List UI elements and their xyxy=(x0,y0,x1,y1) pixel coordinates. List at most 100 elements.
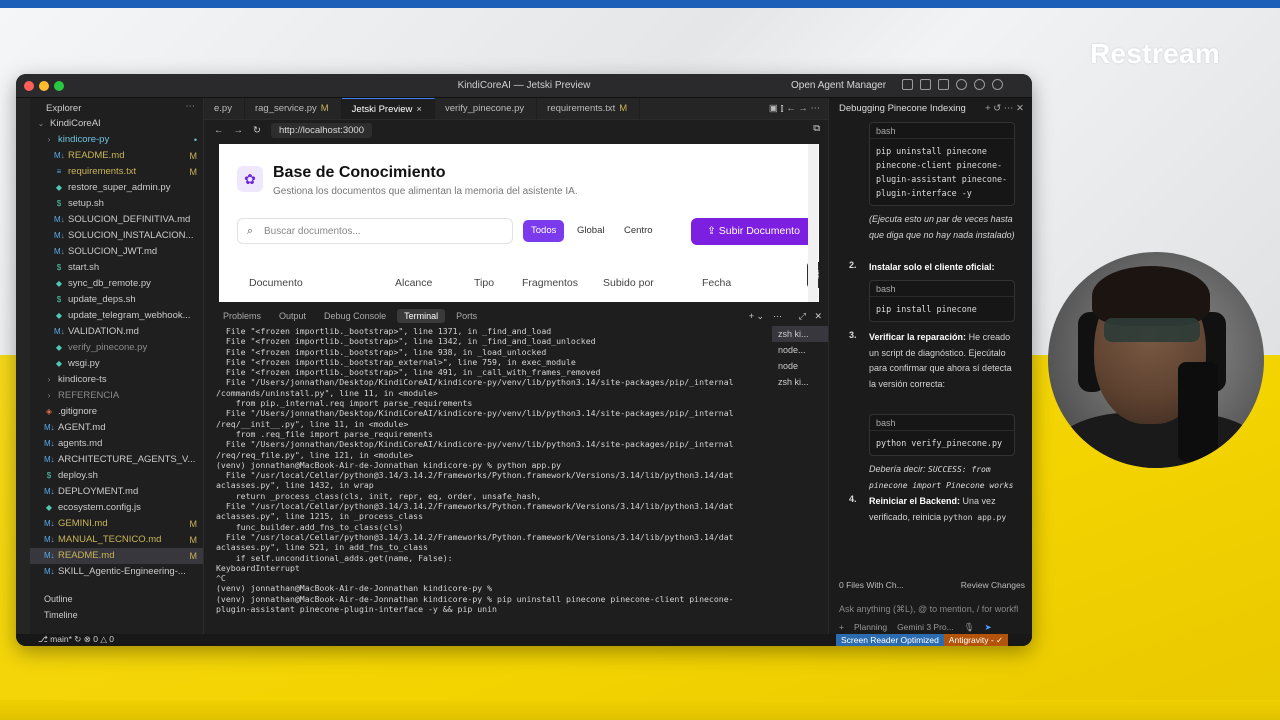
file-tree-item[interactable]: $ update_deps.sh xyxy=(30,292,203,308)
file-tree-item[interactable]: › kindicore-py • xyxy=(30,132,203,148)
preview-scrollbar[interactable] xyxy=(808,144,818,302)
account-icon[interactable] xyxy=(992,79,1003,90)
git-branch[interactable]: main* xyxy=(50,634,72,644)
tab-ports[interactable]: Ports xyxy=(449,309,484,323)
terminal-session[interactable]: zsh ki... xyxy=(772,374,828,390)
filter-todos-button[interactable]: Todos xyxy=(523,220,565,242)
settings-gear-icon[interactable] xyxy=(974,79,985,90)
timeline-section[interactable]: Timeline xyxy=(44,610,78,620)
tab-terminal[interactable]: Terminal xyxy=(397,309,446,323)
maximize-panel-icon[interactable]: ⤢ xyxy=(799,311,806,322)
mic-icon[interactable]: 🎙 xyxy=(964,622,975,633)
file-tree-item[interactable]: M↓ README.md M xyxy=(30,548,203,564)
file-tree-item[interactable]: M↓ MANUAL_TECNICO.md M xyxy=(30,532,203,548)
file-tree-item[interactable]: ◆ ecosystem.config.js xyxy=(30,500,203,516)
warning-count[interactable]: 0 xyxy=(109,634,114,644)
close-tab-icon[interactable]: × xyxy=(416,104,422,115)
terminal-session[interactable]: node... xyxy=(772,342,828,358)
filter-global-button[interactable]: Global xyxy=(569,220,612,242)
file-tree-item[interactable]: M↓ VALIDATION.md xyxy=(30,324,203,340)
error-count[interactable]: 0 xyxy=(93,634,98,644)
open-agent-manager-button[interactable]: Open Agent Manager xyxy=(791,80,886,91)
more-icon[interactable]: ⋯ xyxy=(773,311,782,322)
file-tree-item[interactable]: ◆ sync_db_remote.py xyxy=(30,276,203,292)
open-external-icon[interactable]: ⧉ xyxy=(813,123,820,134)
file-tree-item[interactable]: $ deploy.sh xyxy=(30,468,203,484)
file-label: README.md xyxy=(68,150,125,161)
new-terminal-icon[interactable]: + ⌄ xyxy=(749,311,764,322)
file-tree-item[interactable]: M↓ agents.md xyxy=(30,436,203,452)
tab-debug-console[interactable]: Debug Console xyxy=(317,309,393,323)
screen-reader-status[interactable]: Screen Reader Optimized xyxy=(836,634,944,646)
file-tree-item[interactable]: › kindicore-ts xyxy=(30,372,203,388)
file-tree-item[interactable]: ≡ requirements.txt M xyxy=(30,164,203,180)
code-content[interactable]: pip install pinecone xyxy=(870,297,1014,321)
url-field[interactable]: http://localhost:3000 xyxy=(270,122,373,138)
step-2-text: Instalar solo el cliente oficial: xyxy=(869,262,995,272)
sync-icon[interactable]: ↻ xyxy=(74,634,83,644)
code-content[interactable]: pip uninstall pinecone pinecone-client p… xyxy=(870,139,1014,205)
file-tree-item[interactable]: M↓ SOLUCION_JWT.md xyxy=(30,244,203,260)
file-tree-item[interactable]: › REFERENCIA xyxy=(30,388,203,404)
terminal-session[interactable]: node xyxy=(772,358,828,374)
file-tree-item[interactable]: M↓ SOLUCION_DEFINITIVA.md xyxy=(30,212,203,228)
add-context-icon[interactable]: + xyxy=(839,622,844,633)
file-label: kindicore-ts xyxy=(58,374,107,385)
column-tipo: Tipo xyxy=(474,277,495,289)
file-tree-item[interactable]: ◆ wsgi.py xyxy=(30,356,203,372)
file-tree-item[interactable]: M↓ AGENT.md xyxy=(30,420,203,436)
file-tree-item[interactable]: M↓ DEPLOYMENT.md xyxy=(30,484,203,500)
files-changed[interactable]: 0 Files With Ch... xyxy=(839,580,904,590)
editor-tab[interactable]: e.py xyxy=(204,98,245,119)
review-changes-button[interactable]: Review Changes xyxy=(961,580,1025,590)
should-say-label: Debería decir: xyxy=(869,464,926,474)
editor-tab[interactable]: Jetski Preview × xyxy=(341,98,435,119)
file-tree-item[interactable]: ◈ .gitignore xyxy=(30,404,203,420)
file-tree-item[interactable]: ◆ update_telegram_webhook... xyxy=(30,308,203,324)
file-tree-item[interactable]: M↓ GEMINI.md M xyxy=(30,516,203,532)
tab-problems[interactable]: Problems xyxy=(216,309,268,323)
editor-tab[interactable]: rag_service.py M xyxy=(245,98,342,119)
tab-output[interactable]: Output xyxy=(272,309,313,323)
file-tree-item[interactable]: $ start.sh xyxy=(30,260,203,276)
terminal-session[interactable]: zsh ki... xyxy=(772,326,828,342)
tab-label: e.py xyxy=(214,103,232,114)
explorer-root[interactable]: ⌄ KindiCoreAI xyxy=(30,116,203,132)
terminal-output[interactable]: File "<frozen importlib._bootstrap>", li… xyxy=(216,326,756,622)
search-icon[interactable] xyxy=(956,79,967,90)
file-tree-item[interactable]: M↓ SKILL_Agentic-Engineering-... xyxy=(30,564,203,580)
outline-section[interactable]: Outline xyxy=(44,594,73,604)
file-label: ecosystem.config.js xyxy=(58,502,141,513)
file-tree-item[interactable]: M↓ SOLUCION_INSTALACION... xyxy=(30,228,203,244)
reload-icon[interactable]: ↻ xyxy=(253,125,261,136)
code-content[interactable]: python verify_pinecone.py xyxy=(870,431,1014,455)
more-actions-icon[interactable]: ⋯ xyxy=(186,101,196,112)
file-tree-item[interactable]: M↓ README.md M xyxy=(30,148,203,164)
file-tree-item[interactable]: ◆ restore_super_admin.py xyxy=(30,180,203,196)
mode-selector[interactable]: Planning xyxy=(854,622,887,633)
status-bar: ⎇ main* ↻ ⊗ 0 △ 0 Screen Reader Optimize… xyxy=(16,634,1032,646)
forward-arrow-icon[interactable]: → xyxy=(234,125,244,136)
toggle-sidebar-icon[interactable] xyxy=(902,79,913,90)
chat-note: (Ejecuta esto un par de veces hasta que … xyxy=(869,214,1015,240)
chat-input[interactable]: Ask anything (⌘L), @ to mention, / for w… xyxy=(839,604,1018,615)
back-arrow-icon[interactable]: ← xyxy=(214,125,224,136)
toggle-panel-icon[interactable] xyxy=(920,79,931,90)
editor-tab[interactable]: requirements.txt M xyxy=(537,98,641,119)
file-tree-item[interactable]: ◆ verify_pinecone.py xyxy=(30,340,203,356)
search-input[interactable]: ⌕ Buscar documentos... xyxy=(237,218,513,244)
toggle-secondary-sidebar-icon[interactable] xyxy=(938,79,949,90)
explorer-header: Explorer ⋯ xyxy=(30,98,203,116)
model-selector[interactable]: Gemini 3 Pro... xyxy=(897,622,954,633)
send-icon[interactable]: ➤ xyxy=(985,622,992,633)
antigravity-status[interactable]: Antigravity - ✓ xyxy=(943,634,1009,646)
editor-tab[interactable]: verify_pinecone.py xyxy=(435,98,538,119)
filter-centro-button[interactable]: Centro xyxy=(616,220,661,242)
file-tree-item[interactable]: M↓ ARCHITECTURE_AGENTS_V... xyxy=(30,452,203,468)
markdown-icon: M↓ xyxy=(44,567,55,576)
file-tree-item[interactable]: $ setup.sh xyxy=(30,196,203,212)
editor-actions-icon[interactable]: ▣ ⫾ ← → ⋯ xyxy=(769,103,820,114)
upload-document-button[interactable]: ⇪ Subir Documento xyxy=(691,218,816,245)
chat-actions-icon[interactable]: + ↺ ⋯ ✕ xyxy=(985,98,1024,120)
close-panel-icon[interactable]: ✕ xyxy=(814,311,822,322)
